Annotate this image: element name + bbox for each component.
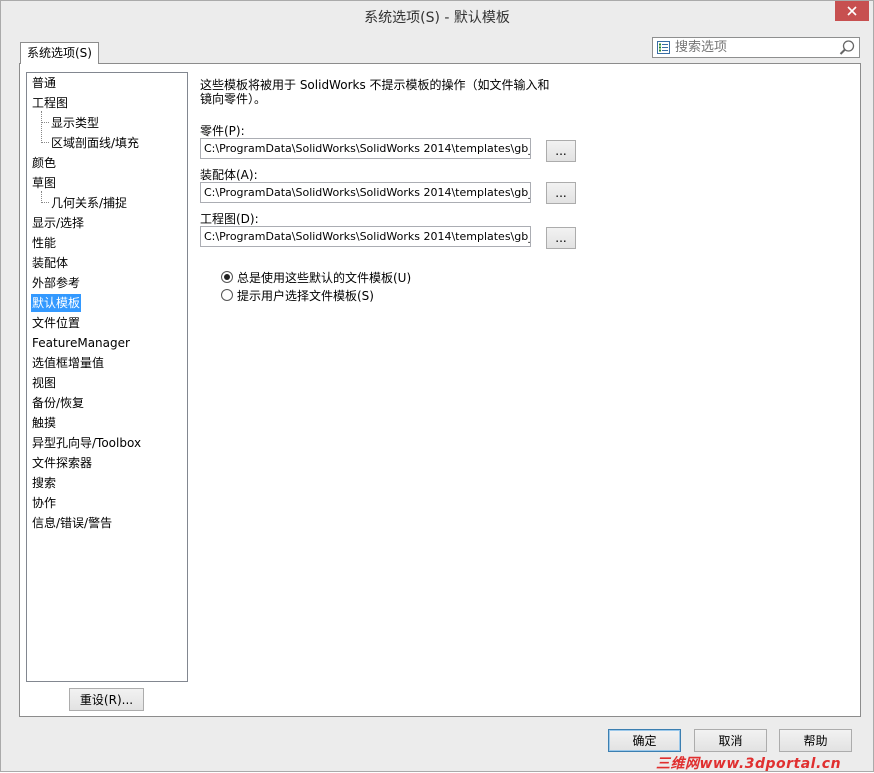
close-button[interactable] bbox=[835, 1, 869, 21]
window-title: 系统选项(S) - 默认模板 bbox=[364, 10, 510, 26]
tree-item-external-references[interactable]: 外部参考 bbox=[32, 274, 80, 292]
tree-item-featuremanager[interactable]: FeatureManager bbox=[32, 334, 130, 352]
tree-item-collaboration[interactable]: 协作 bbox=[32, 494, 56, 512]
tree-item-assemblies[interactable]: 装配体 bbox=[32, 254, 68, 272]
tree-connector bbox=[41, 111, 42, 143]
tree-item-sketch[interactable]: 草图 bbox=[32, 174, 56, 192]
tree-item-spin-box-increments[interactable]: 选值框增量值 bbox=[32, 354, 104, 372]
tree-item-view[interactable]: 视图 bbox=[32, 374, 56, 392]
tree-item-search[interactable]: 搜索 bbox=[32, 474, 56, 492]
search-box[interactable] bbox=[652, 37, 860, 58]
radio-always-label: 总是使用这些默认的文件模板(U) bbox=[237, 270, 412, 285]
drawing-browse-button[interactable]: ... bbox=[546, 227, 576, 249]
cancel-button[interactable]: 取消 bbox=[694, 729, 767, 752]
templates-description: 这些模板将被用于 SolidWorks 不提示模板的操作（如文件输入和镜向零件）… bbox=[200, 78, 550, 106]
tree-item-hole-wizard-toolbox[interactable]: 异型孔向导/Toolbox bbox=[32, 434, 141, 452]
tree-item-messages-errors-warnings[interactable]: 信息/错误/警告 bbox=[32, 514, 112, 532]
radio-prompt-user[interactable]: 提示用户选择文件模板(S) bbox=[221, 287, 374, 303]
search-icon[interactable] bbox=[838, 39, 856, 57]
tree-connector bbox=[41, 142, 49, 143]
tree-item-drawings[interactable]: 工程图 bbox=[32, 94, 68, 112]
tree-item-general[interactable]: 普通 bbox=[32, 74, 56, 92]
tree-item-touch[interactable]: 触摸 bbox=[32, 414, 56, 432]
tree-item-display-style[interactable]: 显示类型 bbox=[51, 114, 99, 132]
tree-connector bbox=[41, 122, 49, 123]
tab-system-options[interactable]: 系统选项(S) bbox=[20, 42, 99, 64]
part-template-field[interactable]: C:\ProgramData\SolidWorks\SolidWorks 201… bbox=[200, 138, 531, 159]
radio-always-use-defaults[interactable]: 总是使用这些默认的文件模板(U) bbox=[221, 269, 411, 285]
ok-button[interactable]: 确定 bbox=[608, 729, 681, 752]
close-icon bbox=[847, 6, 857, 16]
tree-item-area-hatch[interactable]: 区域剖面线/填充 bbox=[51, 134, 139, 152]
help-button[interactable]: 帮助 bbox=[779, 729, 852, 752]
watermark: 三维网www.3dportal.cn bbox=[656, 756, 842, 772]
tree-item-colors[interactable]: 颜色 bbox=[32, 154, 56, 172]
options-tree[interactable]: 普通 工程图 显示类型 区域剖面线/填充 颜色 草图 几何关系/捕捉 显示/选择… bbox=[26, 72, 188, 682]
radio-prompt-label: 提示用户选择文件模板(S) bbox=[237, 288, 374, 303]
tree-item-performance[interactable]: 性能 bbox=[32, 234, 56, 252]
dialog-window: 系统选项(S) - 默认模板 系统选项(S) 普通 bbox=[0, 0, 874, 772]
search-input[interactable] bbox=[675, 39, 835, 56]
drawing-label: 工程图(D): bbox=[200, 212, 259, 226]
assembly-browse-button[interactable]: ... bbox=[546, 182, 576, 204]
tree-item-file-locations[interactable]: 文件位置 bbox=[32, 314, 80, 332]
tree-item-display-selection[interactable]: 显示/选择 bbox=[32, 214, 84, 232]
tree-item-backup-recover[interactable]: 备份/恢复 bbox=[32, 394, 84, 412]
radio-button-unchecked[interactable] bbox=[221, 289, 233, 301]
tree-item-default-templates[interactable]: 默认模板 bbox=[31, 294, 82, 312]
part-browse-button[interactable]: ... bbox=[546, 140, 576, 162]
assembly-label: 装配体(A): bbox=[200, 168, 258, 182]
radio-button-checked[interactable] bbox=[221, 271, 233, 283]
assembly-template-field[interactable]: C:\ProgramData\SolidWorks\SolidWorks 201… bbox=[200, 182, 531, 203]
part-label: 零件(P): bbox=[200, 124, 245, 138]
tree-connector bbox=[41, 202, 49, 203]
drawing-template-field[interactable]: C:\ProgramData\SolidWorks\SolidWorks 201… bbox=[200, 226, 531, 247]
tree-item-relations-snaps[interactable]: 几何关系/捕捉 bbox=[51, 194, 127, 212]
tree-item-file-explorer[interactable]: 文件探索器 bbox=[32, 454, 92, 472]
list-icon bbox=[657, 41, 670, 54]
reset-button[interactable]: 重设(R)... bbox=[69, 688, 144, 711]
title-bar[interactable]: 系统选项(S) - 默认模板 bbox=[1, 1, 873, 31]
